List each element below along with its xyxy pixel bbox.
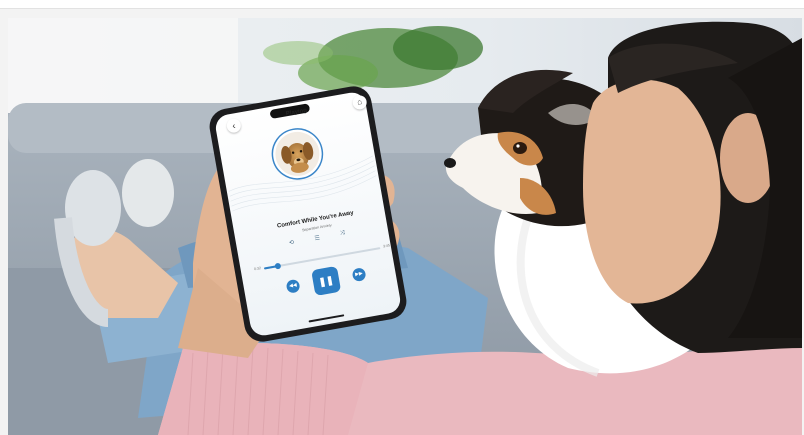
progress-knob[interactable] [274,262,282,270]
time-total: 3:45 [382,243,391,249]
photo-frame: ‹ Playing ⌂ Comfort While You're Away Se… [8,18,802,435]
pause-icon[interactable]: ❚❚ [311,265,342,296]
time-elapsed: 0:32 [253,266,262,272]
photo-scene [8,18,802,435]
forward-icon[interactable]: ▶▶ [351,267,367,283]
page-top-bar [0,0,804,9]
queue-icon[interactable]: ☰ [314,234,320,242]
shuffle-icon[interactable]: ⤨ [340,230,346,238]
rewind-icon[interactable]: ◀◀ [285,278,301,294]
repeat-icon[interactable]: ⟲ [288,239,295,247]
